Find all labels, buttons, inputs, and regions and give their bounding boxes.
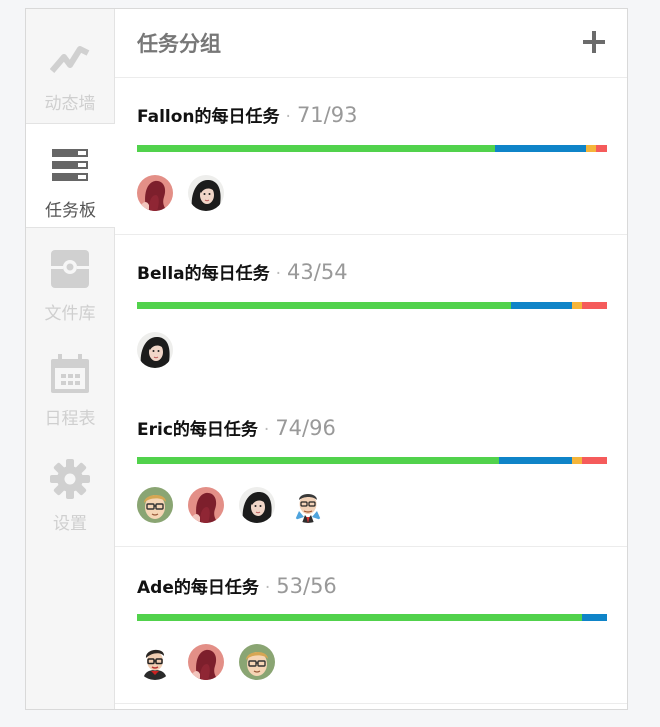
title-separator: · xyxy=(263,420,270,440)
nav-item-label: 设置 xyxy=(53,514,87,534)
progress-segment-red xyxy=(595,145,607,152)
progress-segment-blue xyxy=(499,457,573,464)
group-name: Fallon的每日任务 xyxy=(137,107,280,127)
title-separator: · xyxy=(264,578,271,598)
gear-icon xyxy=(50,459,90,499)
avatar-black-hair-girl[interactable] xyxy=(137,332,173,368)
nav-item-files[interactable]: 文件库 xyxy=(26,229,114,333)
avatar-black-hair-girl[interactable] xyxy=(239,487,275,523)
progress-segment-yellow xyxy=(572,302,583,309)
main-content: 任务分组 Fallon的每日任务 · 71/93 Bella的每日任务 · 43/54 xyxy=(115,9,627,709)
task-group-card[interactable]: Eric的每日任务 · 74/96 xyxy=(115,389,627,545)
progress-segment-green xyxy=(137,145,496,152)
task-board-icon xyxy=(52,149,88,181)
progress-segment-blue xyxy=(582,614,607,621)
avatar-glasses-blond[interactable] xyxy=(239,644,275,680)
progress-segment-blue xyxy=(495,145,586,152)
title-separator: · xyxy=(275,264,282,284)
avatar-black-hair-girl[interactable] xyxy=(188,175,224,211)
progress-segment-green xyxy=(137,302,512,309)
nav-item-settings[interactable]: 设置 xyxy=(26,439,114,543)
sidebar: 动态墙 任务板 文件库 日程表 设置 xyxy=(26,9,115,709)
panel-header: 任务分组 xyxy=(115,9,627,78)
nav-item-label: 任务板 xyxy=(45,201,96,221)
avatar-red-hair[interactable] xyxy=(188,487,224,523)
group-name: Eric的每日任务 xyxy=(137,420,258,440)
progress-segment-yellow xyxy=(572,457,583,464)
task-count: 53/56 xyxy=(276,574,337,598)
task-group-card[interactable]: Fallon的每日任务 · 71/93 xyxy=(115,78,627,234)
avatar-red-hair[interactable] xyxy=(137,175,173,211)
task-count: 74/96 xyxy=(275,416,336,440)
avatar-dark-hair-glasses[interactable] xyxy=(137,644,173,680)
avatar-glasses-blond[interactable] xyxy=(137,487,173,523)
nav-item-calendar[interactable]: 日程表 xyxy=(26,334,114,438)
progress-bar xyxy=(137,457,607,464)
divider xyxy=(115,703,627,704)
avatar-red-hair[interactable] xyxy=(188,644,224,680)
task-groups-panel: 动态墙 任务板 文件库 日程表 设置 任务分组 Fallon的每日任务 · 71… xyxy=(25,8,628,710)
calendar-icon xyxy=(51,354,89,393)
task-group-card[interactable]: Bella的每日任务 · 43/54 xyxy=(115,235,627,389)
group-title: Eric的每日任务 · 74/96 xyxy=(137,415,336,440)
group-title: Ade的每日任务 · 53/56 xyxy=(137,573,337,598)
task-count: 71/93 xyxy=(296,103,358,127)
task-group-card[interactable]: Ade的每日任务 · 53/56 xyxy=(115,547,627,709)
group-title: Bella的每日任务 · 43/54 xyxy=(137,259,348,284)
progress-segment-green xyxy=(137,457,500,464)
progress-bar xyxy=(137,302,607,309)
progress-segment-red xyxy=(582,302,607,309)
progress-bar xyxy=(137,614,607,621)
nav-item-task-board[interactable]: 任务板 xyxy=(26,123,115,228)
page-title: 任务分组 xyxy=(137,32,221,56)
title-separator: · xyxy=(285,107,291,127)
avatar-business-man[interactable] xyxy=(290,487,326,523)
nav-item-label: 日程表 xyxy=(44,409,96,429)
task-count: 43/54 xyxy=(287,260,348,284)
add-group-button[interactable] xyxy=(583,31,605,53)
nav-item-activity[interactable]: 动态墙 xyxy=(26,9,114,114)
progress-segment-blue xyxy=(511,302,573,309)
nav-item-label: 动态墙 xyxy=(44,94,96,114)
group-title: Fallon的每日任务 · 71/93 xyxy=(137,102,357,127)
group-name: Ade的每日任务 xyxy=(137,578,259,598)
progress-bar xyxy=(137,145,607,152)
activity-chart-icon xyxy=(50,46,90,73)
progress-segment-yellow xyxy=(585,145,596,152)
nav-item-label: 文件库 xyxy=(44,304,96,324)
progress-segment-red xyxy=(582,457,607,464)
progress-segment-green xyxy=(137,614,583,621)
file-library-icon xyxy=(51,250,89,288)
group-name: Bella的每日任务 xyxy=(137,264,270,284)
